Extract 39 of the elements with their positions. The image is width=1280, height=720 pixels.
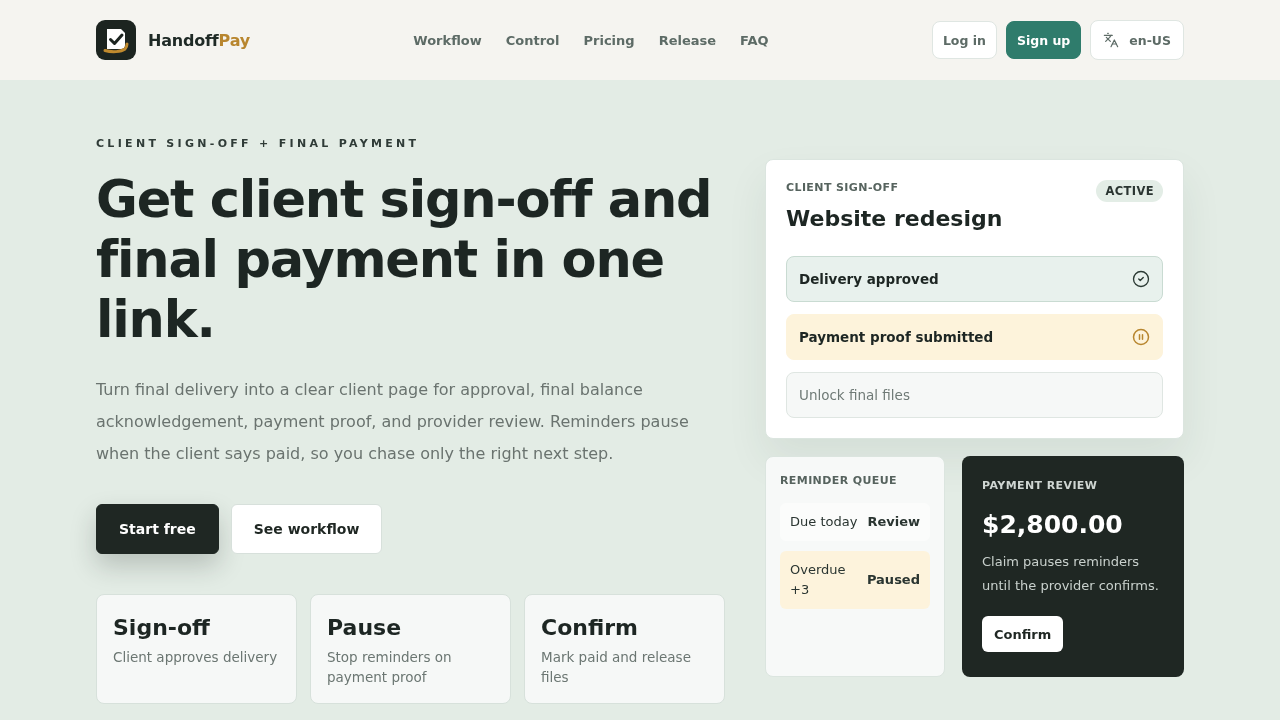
eyebrow-text: CLIENT SIGN-OFF + FINAL PAYMENT: [96, 136, 421, 152]
queue-label: Due today: [790, 513, 858, 531]
confirm-button[interactable]: Confirm: [982, 616, 1064, 652]
payment-amount: $2,800.00: [982, 509, 1123, 541]
hero-description: Turn final delivery into a clear client page for approval, final balance acknowledgement, payment proof, and provider review. Reminders pause when the client says paid, so you chase only the right next step.: [96, 379, 690, 465]
step-label: Unlock final files: [799, 387, 910, 403]
feature-title: Confirm: [541, 614, 639, 642]
status-badge: ACTIVE: [1096, 180, 1163, 202]
queue-label: Overdue +3: [790, 561, 847, 599]
language-button[interactable]: en-US: [1090, 20, 1184, 60]
feature-text: Mark paid and release files: [541, 648, 692, 687]
check-circle-icon: [1132, 270, 1150, 288]
nav-link[interactable]: FAQ: [740, 32, 769, 48]
nav-link[interactable]: Control: [505, 32, 560, 48]
queue-status: Review: [867, 513, 920, 531]
nav-link[interactable]: Workflow: [413, 32, 482, 48]
start-button[interactable]: Start free: [96, 504, 219, 554]
queue-title: REMINDER QUEUE: [780, 473, 899, 489]
logo-icon: [96, 20, 136, 60]
feature-title: Sign-off: [113, 614, 211, 642]
workflow-button[interactable]: See workflow: [230, 504, 383, 554]
hero-title: Get client sign-off and final payment in one link.: [96, 170, 713, 350]
translate-icon: [1103, 32, 1120, 48]
nav-link[interactable]: Pricing: [583, 32, 635, 48]
card-label: CLIENT SIGN-OFF: [786, 180, 899, 196]
nav-link[interactable]: Release: [658, 32, 717, 48]
brand-name: HandoffPay: [148, 30, 250, 50]
feature-title: Pause: [327, 614, 403, 642]
payment-title: PAYMENT REVIEW: [982, 478, 1098, 494]
queue-status: Paused: [866, 571, 920, 589]
step-label: Payment proof submitted: [799, 329, 994, 345]
pause-circle-icon: [1132, 328, 1150, 346]
feature-text: Client approves delivery: [113, 648, 279, 667]
step-label: Delivery approved: [799, 271, 939, 287]
log-in-button[interactable]: Log in: [931, 21, 997, 59]
feature-text: Stop reminders on payment proof: [327, 648, 453, 687]
payment-text: Claim pauses reminders until the provider confirms.: [982, 553, 1160, 595]
project-title: Website redesign: [786, 205, 1004, 233]
sign-up-button[interactable]: Sign up: [1005, 21, 1082, 59]
